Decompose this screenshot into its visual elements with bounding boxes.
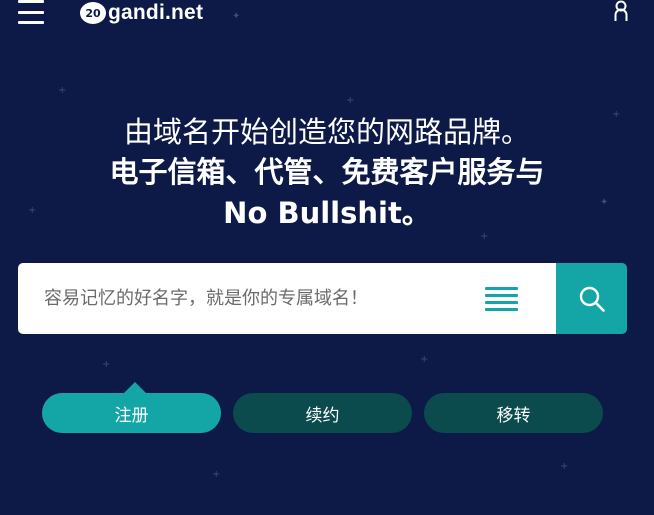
hero-line-2: 电子信箱、代管、免费客户服务与 [109,155,545,189]
search-icon [579,286,605,312]
hero-line-3: No Bullshit。 [223,196,431,230]
list-icon[interactable] [485,287,518,311]
logo-text: gandi.net [108,1,204,24]
domain-action-tabs: 注册 续约 移转 [42,393,604,433]
gandi-logo[interactable]: 20 gandi.net [80,0,203,26]
tab-register[interactable]: 注册 [42,393,221,433]
search-button[interactable] [556,263,627,334]
tab-transfer[interactable]: 移转 [424,393,603,433]
logo-mark: 20 [80,2,106,24]
hero-line-1: 由域名开始创造您的网路品牌。 [123,115,530,149]
active-tab-pointer [124,382,146,393]
tab-renew[interactable]: 续约 [233,393,412,433]
user-icon[interactable] [614,0,628,22]
domain-search-input[interactable] [42,287,466,310]
search-box [18,263,556,334]
hero-headline: 由域名开始创造您的网路品牌。 电子信箱、代管、免费客户服务与 No Bullsh… [0,112,654,234]
hamburger-menu-icon[interactable] [18,0,44,24]
